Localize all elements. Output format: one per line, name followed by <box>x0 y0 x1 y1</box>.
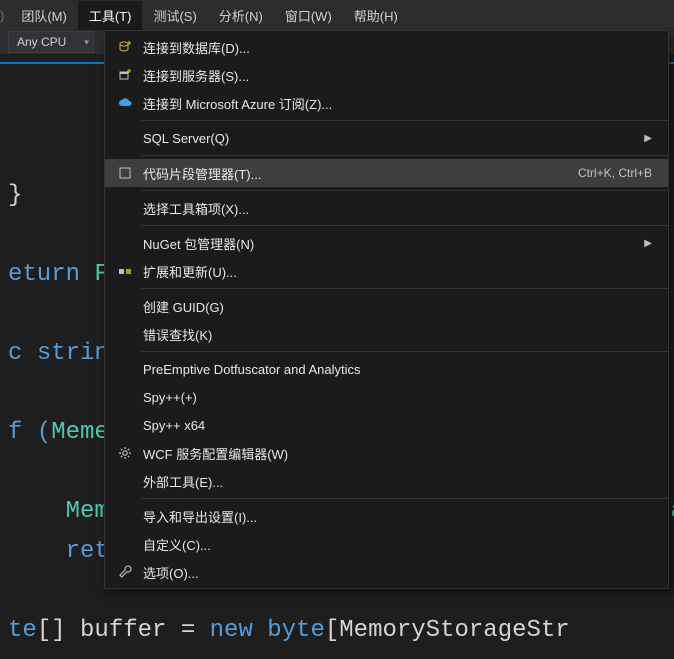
platform-label: Any CPU <box>17 35 66 49</box>
menu-item-choose-toolbox[interactable]: 选择工具箱项(X)... <box>105 194 668 222</box>
menu-item-external-tools[interactable]: 外部工具(E)... <box>105 467 668 495</box>
menu-separator <box>141 190 668 191</box>
menu-label: NuGet 包管理器(N) <box>137 234 638 253</box>
menu-label: 错误查找(K) <box>137 325 652 344</box>
menu-separator <box>141 225 668 226</box>
menubar-item-analyze[interactable]: 分析(N) <box>208 1 274 30</box>
menubar-item-help[interactable]: 帮助(H) <box>343 1 409 30</box>
extensions-icon <box>113 263 137 279</box>
menu-label: PreEmptive Dotfuscator and Analytics <box>137 362 652 377</box>
menu-item-customize[interactable]: 自定义(C)... <box>105 530 668 558</box>
snippet-icon <box>113 165 137 181</box>
menubar-item-window[interactable]: 窗口(W) <box>274 1 343 30</box>
menu-item-spypp64[interactable]: Spy++ x64 <box>105 411 668 439</box>
menu-separator <box>141 120 668 121</box>
menu-item-snippet-manager[interactable]: 代码片段管理器(T)... Ctrl+K, Ctrl+B <box>105 159 668 187</box>
menu-item-nuget[interactable]: NuGet 包管理器(N) ▶ <box>105 229 668 257</box>
cloud-icon <box>113 95 137 111</box>
menu-label: WCF 服务配置编辑器(W) <box>137 444 652 463</box>
menu-separator <box>141 498 668 499</box>
submenu-arrow-icon: ▶ <box>638 133 652 144</box>
menu-label: SQL Server(Q) <box>137 131 638 146</box>
menu-item-sqlserver[interactable]: SQL Server(Q) ▶ <box>105 124 668 152</box>
chevron-down-icon: ▾ <box>84 37 89 48</box>
platform-combo[interactable]: Any CPU ▾ <box>8 31 94 53</box>
menubar-item-test[interactable]: 测试(S) <box>142 1 207 30</box>
menu-shortcut: Ctrl+K, Ctrl+B <box>568 166 652 180</box>
menu-separator <box>141 351 668 352</box>
menu-separator <box>141 155 668 156</box>
menu-item-import-export[interactable]: 导入和导出设置(I)... <box>105 502 668 530</box>
database-plus-icon <box>113 39 137 55</box>
tools-menu: 连接到数据库(D)... 连接到服务器(S)... 连接到 Microsoft … <box>104 30 669 589</box>
menu-label: Spy++(+) <box>137 390 652 405</box>
menu-label: 选择工具箱项(X)... <box>137 199 652 218</box>
menu-item-extensions[interactable]: 扩展和更新(U)... <box>105 257 668 285</box>
gear-icon <box>113 445 137 461</box>
menu-label: 创建 GUID(G) <box>137 297 652 316</box>
menu-separator <box>141 288 668 289</box>
menu-label: 自定义(C)... <box>137 535 652 554</box>
menu-label: 连接到 Microsoft Azure 订阅(Z)... <box>137 94 652 113</box>
server-plus-icon <box>113 67 137 83</box>
menu-label: 扩展和更新(U)... <box>137 262 652 281</box>
menu-label: 连接到服务器(S)... <box>137 66 652 85</box>
menu-item-connect-db[interactable]: 连接到数据库(D)... <box>105 33 668 61</box>
menubar-item-tools[interactable]: 工具(T) <box>78 1 143 30</box>
menubar: ) 团队(M) 工具(T) 测试(S) 分析(N) 窗口(W) 帮助(H) <box>0 0 674 30</box>
submenu-arrow-icon: ▶ <box>638 238 652 249</box>
menu-item-connect-server[interactable]: 连接到服务器(S)... <box>105 61 668 89</box>
menu-item-error-lookup[interactable]: 错误查找(K) <box>105 320 668 348</box>
menu-item-wcf-config[interactable]: WCF 服务配置编辑器(W) <box>105 439 668 467</box>
menu-item-options[interactable]: 选项(O)... <box>105 558 668 586</box>
menubar-item-prev[interactable]: ) <box>0 3 10 28</box>
menu-label: 外部工具(E)... <box>137 472 652 491</box>
menu-label: 连接到数据库(D)... <box>137 38 652 57</box>
wrench-icon <box>113 564 137 580</box>
menubar-item-team[interactable]: 团队(M) <box>10 1 78 30</box>
menu-label: Spy++ x64 <box>137 418 652 433</box>
menu-item-spypp[interactable]: Spy++(+) <box>105 383 668 411</box>
menu-label: 导入和导出设置(I)... <box>137 507 652 526</box>
menu-item-connect-azure[interactable]: 连接到 Microsoft Azure 订阅(Z)... <box>105 89 668 117</box>
menu-item-dotfuscator[interactable]: PreEmptive Dotfuscator and Analytics <box>105 355 668 383</box>
menu-label: 代码片段管理器(T)... <box>137 164 568 183</box>
menu-item-create-guid[interactable]: 创建 GUID(G) <box>105 292 668 320</box>
menu-label: 选项(O)... <box>137 563 652 582</box>
